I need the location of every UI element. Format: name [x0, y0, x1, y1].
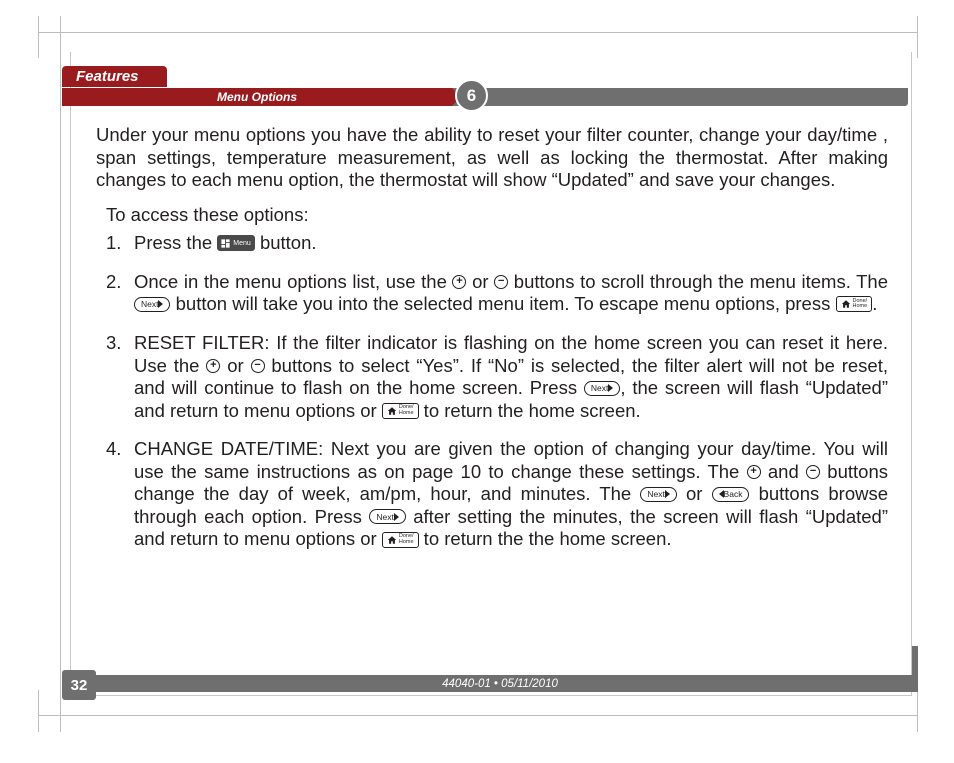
icon-label: Done/ Home	[399, 534, 414, 545]
done-home-button-icon: Done/ Home	[382, 532, 419, 548]
crop-mark	[38, 32, 918, 33]
step-1: Press the Menu button.	[106, 232, 888, 255]
next-button-icon: Next	[584, 381, 620, 396]
crop-mark	[60, 16, 61, 732]
section-number-badge: 6	[455, 79, 488, 112]
icon-label: Next	[141, 300, 158, 309]
features-tab: Features	[62, 66, 167, 87]
steps-list: Press the Menu button. Once in the menu …	[106, 232, 888, 551]
text: button will take you into the selected m…	[170, 293, 835, 314]
step-2: Once in the menu options list, use the +…	[106, 271, 888, 316]
plus-button-icon: +	[206, 359, 220, 373]
crop-mark	[917, 16, 918, 58]
text: .	[872, 293, 877, 314]
manual-page: Features Menu Options 6 Under your menu …	[38, 16, 918, 732]
access-line: To access these options:	[106, 204, 888, 227]
done-home-button-icon: Done/ Home	[836, 296, 873, 312]
text: Once in the menu options list, use the	[134, 271, 452, 292]
step-3: RESET FILTER: If the filter indicator is…	[106, 332, 888, 422]
text: button.	[255, 232, 317, 253]
body-text: Under your menu options you have the abi…	[96, 124, 888, 567]
back-button-icon: Back	[712, 487, 750, 502]
crop-mark	[917, 690, 918, 732]
done-home-button-icon: Done/ Home	[382, 403, 419, 419]
icon-label: Next	[647, 490, 664, 499]
icon-label: Done/ Home	[399, 405, 414, 416]
icon-label: Back	[724, 490, 743, 499]
icon-label: Done/ Home	[853, 299, 868, 310]
footer-bar: 44040-01 • 05/11/2010	[88, 675, 912, 692]
crop-mark	[38, 690, 39, 732]
text: or	[466, 271, 494, 292]
icon-label: Next	[591, 384, 608, 393]
minus-button-icon: −	[806, 465, 820, 479]
text: Press the	[134, 232, 217, 253]
plus-button-icon: +	[747, 465, 761, 479]
text: or	[677, 483, 712, 504]
icon-label: Menu	[233, 240, 251, 247]
crop-mark	[38, 715, 918, 716]
next-button-icon: Next	[640, 487, 676, 502]
menu-button-icon: Menu	[217, 235, 255, 251]
minus-button-icon: −	[494, 275, 508, 289]
intro-paragraph: Under your menu options you have the abi…	[96, 124, 888, 192]
subsection-label: Menu Options	[62, 88, 452, 106]
crop-mark	[38, 16, 39, 58]
next-button-icon: Next	[369, 509, 405, 524]
step-4: CHANGE DATE/TIME: Next you are given the…	[106, 438, 888, 551]
text: and	[761, 461, 806, 482]
text: buttons to scroll through the menu items…	[508, 271, 888, 292]
footer-stub	[912, 646, 918, 692]
icon-label: Next	[376, 513, 393, 522]
text: to return the the home screen.	[419, 528, 672, 549]
plus-button-icon: +	[452, 275, 466, 289]
next-button-icon: Next	[134, 297, 170, 312]
text: to return the home screen.	[419, 400, 641, 421]
text: or	[220, 355, 250, 376]
minus-button-icon: −	[251, 359, 265, 373]
